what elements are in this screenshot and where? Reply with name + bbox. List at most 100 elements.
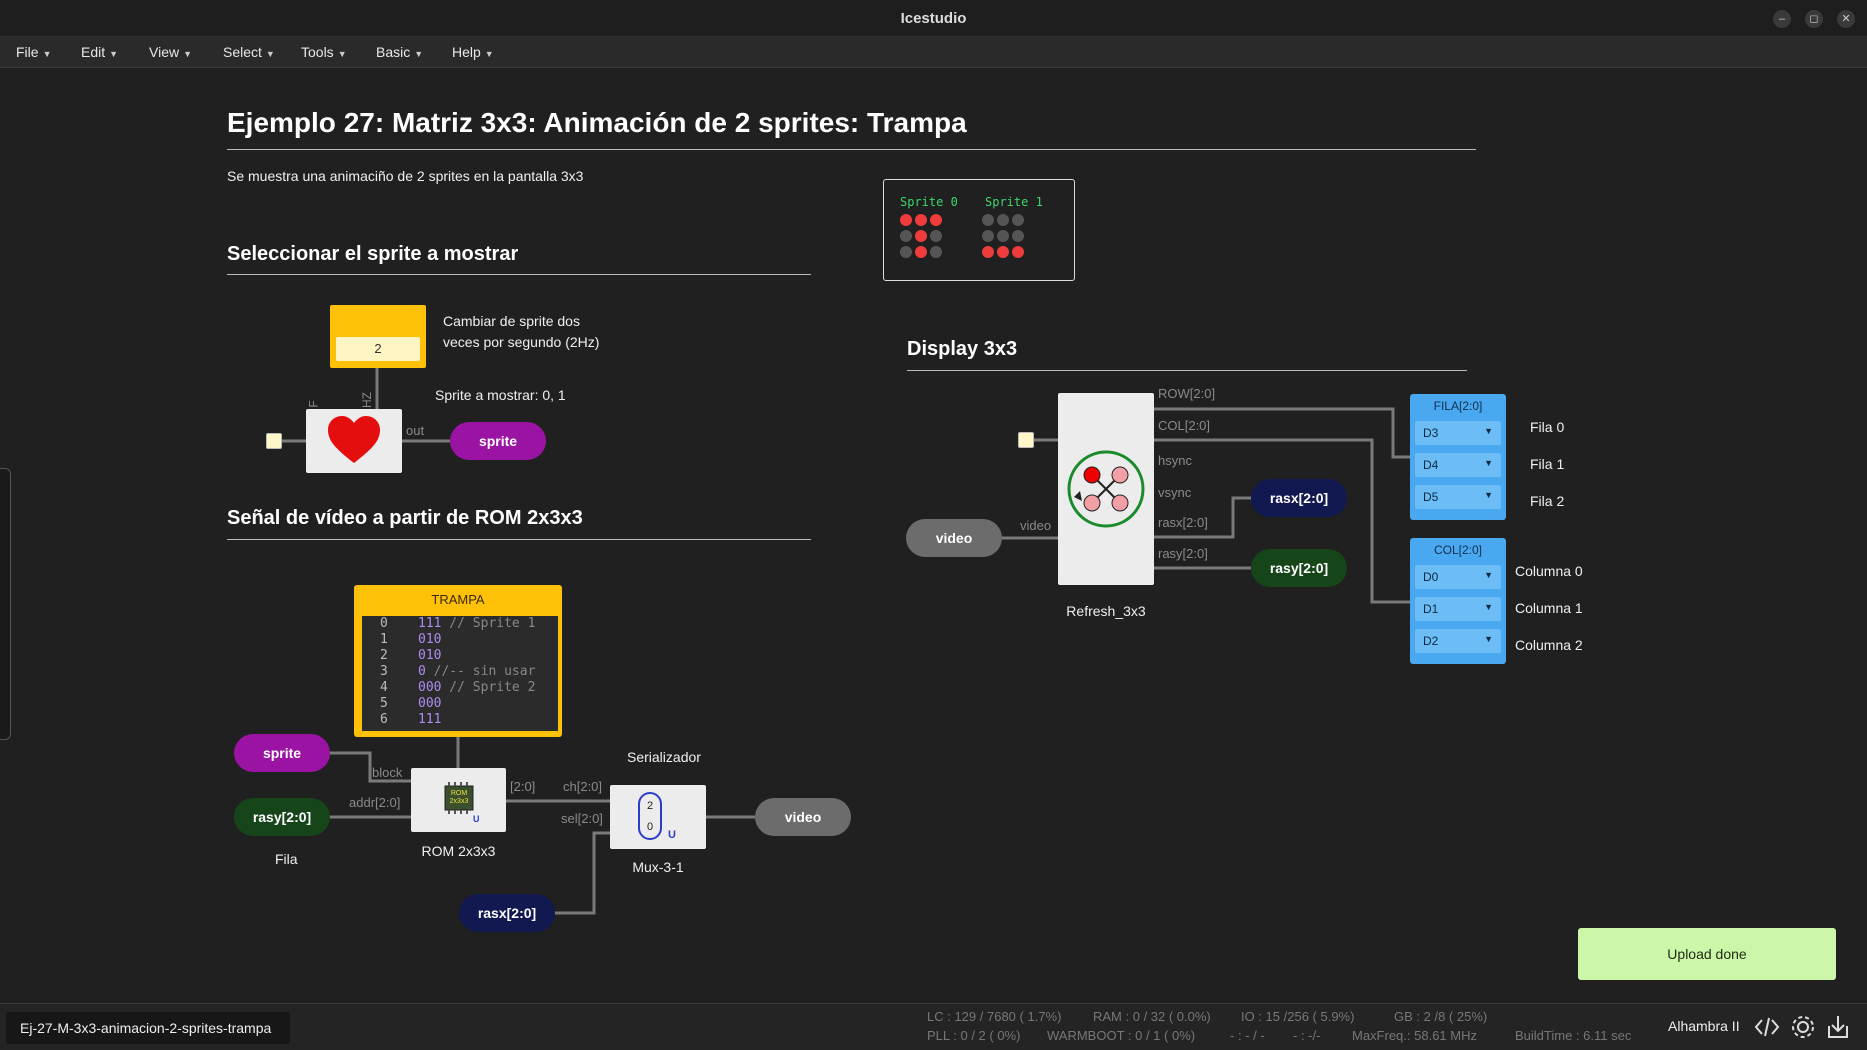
refresh-icon xyxy=(1067,450,1145,528)
rom-memory-block[interactable]: TRAMPA 0 111 // Sprite 1 1 010 2 010 30 //-… xyxy=(354,585,562,737)
stat-buildtime: BuildTime : 6.11 sec xyxy=(1515,1028,1632,1043)
sprite1-title: Sprite 1 xyxy=(985,195,1043,209)
pin-f-label: F xyxy=(306,400,321,408)
pin-select-d5[interactable]: D5 ▼ xyxy=(1415,485,1501,509)
sprite0-dot xyxy=(915,230,927,242)
video-output-label[interactable]: video xyxy=(755,798,851,836)
refresh-3x3-block[interactable] xyxy=(1058,393,1154,585)
sprite1-dot xyxy=(997,246,1009,258)
pin-vsync-label: vsync xyxy=(1158,485,1192,500)
fila-2-label: Fila 2 xyxy=(1530,493,1565,509)
rom-2x3x3-block[interactable]: ROM 2x3x3 U xyxy=(411,768,506,832)
sprite0-dot xyxy=(900,246,912,258)
menu-tools[interactable]: Tools ▼ xyxy=(301,44,347,60)
menu-basic[interactable]: Basic ▼ xyxy=(376,44,423,60)
sprite0-dot xyxy=(915,214,927,226)
sprite1-dot xyxy=(982,246,994,258)
rasx-output-label[interactable]: rasx[2:0] xyxy=(1251,479,1347,517)
heart-block[interactable] xyxy=(306,409,402,473)
rom-code-editor[interactable]: 0 111 // Sprite 1 1 010 2 010 30 //-- sin u… xyxy=(362,616,558,731)
unsigned-badge: U xyxy=(668,829,676,841)
frequency-value-field[interactable]: 2 xyxy=(336,337,420,361)
page-title: Ejemplo 27: Matriz 3x3: Animación de 2 s… xyxy=(227,107,967,138)
minimize-icon[interactable]: – xyxy=(1773,10,1791,28)
menu-file[interactable]: File ▼ xyxy=(16,44,51,60)
menu-edit[interactable]: Edit ▼ xyxy=(81,44,118,60)
pin-select-d4[interactable]: D4 ▼ xyxy=(1415,453,1501,477)
menu-select[interactable]: Select ▼ xyxy=(223,44,275,60)
rasx-input-label[interactable]: rasx[2:0] xyxy=(459,894,555,932)
caret-down-icon: ▼ xyxy=(1484,634,1493,644)
sprite0-dot xyxy=(900,214,912,226)
caret-down-icon: ▼ xyxy=(337,49,347,59)
section-select-heading: Seleccionar el sprite a mostrar xyxy=(227,243,519,265)
caret-down-icon: ▼ xyxy=(1484,570,1493,580)
sprite-comment: Sprite a mostrar: 0, 1 xyxy=(435,387,566,403)
menu-help[interactable]: Help ▼ xyxy=(452,44,494,60)
upload-icon[interactable] xyxy=(1826,1014,1850,1040)
collapsed-side-panel[interactable] xyxy=(0,468,11,740)
clock-input[interactable] xyxy=(1018,432,1034,448)
pin-select-d1[interactable]: D1 ▼ xyxy=(1415,597,1501,621)
file-tab[interactable]: Ej-27-M-3x3-animacion-2-sprites-trampa xyxy=(6,1012,290,1044)
fila-0-label: Fila 0 xyxy=(1530,419,1565,435)
pin-select-d3[interactable]: D3 ▼ xyxy=(1415,421,1501,445)
section-divider xyxy=(227,539,811,540)
rasy-input-label[interactable]: rasy[2:0] xyxy=(234,798,330,836)
fila-output-panel[interactable]: FILA[2:0] D3 ▼ D4 ▼ D5 ▼ xyxy=(1410,394,1506,520)
code-icon[interactable] xyxy=(1754,1016,1780,1038)
unsigned-badge: U xyxy=(473,814,480,824)
board-name[interactable]: Alhambra II xyxy=(1668,1018,1740,1034)
mux-3-1-block[interactable]: 2 0 U xyxy=(610,785,706,849)
columna-0-label: Columna 0 xyxy=(1515,563,1583,579)
maximize-icon[interactable]: ◻ xyxy=(1805,10,1823,28)
pin-rasx-label: rasx[2:0] xyxy=(1158,515,1208,530)
frequency-comment-line-2: veces por segundo (2Hz) xyxy=(443,334,600,350)
design-canvas[interactable]: Ejemplo 27: Matriz 3x3: Animación de 2 s… xyxy=(0,68,1867,1003)
pin-hsync-label: hsync xyxy=(1158,453,1192,468)
pin-video-label: video xyxy=(1020,518,1052,533)
clock-input[interactable] xyxy=(266,433,282,449)
sprite0-dot xyxy=(930,246,942,258)
caret-down-icon: ▼ xyxy=(414,49,424,59)
video-input-label[interactable]: video xyxy=(906,519,1002,557)
app-title: Icestudio xyxy=(900,10,967,27)
rom-out-label: [2:0] xyxy=(510,779,536,794)
caret-down-icon: ▼ xyxy=(1484,426,1493,436)
pin-col-label: COL[2:0] xyxy=(1158,418,1211,433)
upload-done-toast[interactable]: Upload done xyxy=(1578,928,1836,980)
sprite1-dot xyxy=(997,230,1009,242)
mux-block-label: Mux-3-1 xyxy=(632,859,684,875)
section-divider xyxy=(907,370,1467,371)
gear-icon[interactable] xyxy=(1790,1014,1816,1040)
code-line: 5 000 xyxy=(380,696,442,711)
caret-down-icon: ▼ xyxy=(183,49,193,59)
frequency-comment-line-1: Cambiar de sprite dos xyxy=(443,313,580,329)
close-icon[interactable]: ✕ xyxy=(1837,10,1855,28)
sprite-output-label[interactable]: sprite xyxy=(450,422,546,460)
menu-view[interactable]: View ▼ xyxy=(149,44,192,60)
menu-bar: File ▼ Edit ▼ View ▼ Select ▼ Tools ▼ Basic ▼ … xyxy=(0,37,1867,68)
description: Se muestra una animaciño de 2 sprites en… xyxy=(227,168,584,184)
stat-lc: LC : 129 / 7680 ( 1.7%) xyxy=(927,1009,1062,1024)
section-display-heading: Display 3x3 xyxy=(907,338,1018,360)
pin-select-d2[interactable]: D2 ▼ xyxy=(1415,629,1501,653)
rasy-output-label[interactable]: rasy[2:0] xyxy=(1251,549,1347,587)
frequency-constant[interactable]: 2 xyxy=(330,305,426,368)
status-bar: Ej-27-M-3x3-animacion-2-sprites-trampa L… xyxy=(0,1003,1867,1050)
stat-pll: PLL : 0 / 2 ( 0%) xyxy=(927,1028,1021,1043)
sprite-input-label[interactable]: sprite xyxy=(234,734,330,772)
columna-1-label: Columna 1 xyxy=(1515,600,1583,616)
stat-gb: GB : 2 /8 ( 25%) xyxy=(1394,1009,1488,1024)
stat-timing-b: - : -/- xyxy=(1293,1028,1321,1043)
code-line: 6 111 xyxy=(380,712,442,727)
col-output-panel[interactable]: COL[2:0] D0 ▼ D1 ▼ D2 ▼ xyxy=(1410,538,1506,664)
code-line: 1 010 xyxy=(380,632,442,647)
refresh-block-label: Refresh_3x3 xyxy=(1066,603,1146,619)
stat-io: IO : 15 /256 ( 5.9%) xyxy=(1241,1009,1355,1024)
pin-row-label: ROW[2:0] xyxy=(1158,386,1216,401)
heart-icon xyxy=(328,416,380,463)
pin-select-d0[interactable]: D0 ▼ xyxy=(1415,565,1501,589)
code-line: 2 010 xyxy=(380,648,442,663)
serializer-comment: Serializador xyxy=(627,749,701,765)
